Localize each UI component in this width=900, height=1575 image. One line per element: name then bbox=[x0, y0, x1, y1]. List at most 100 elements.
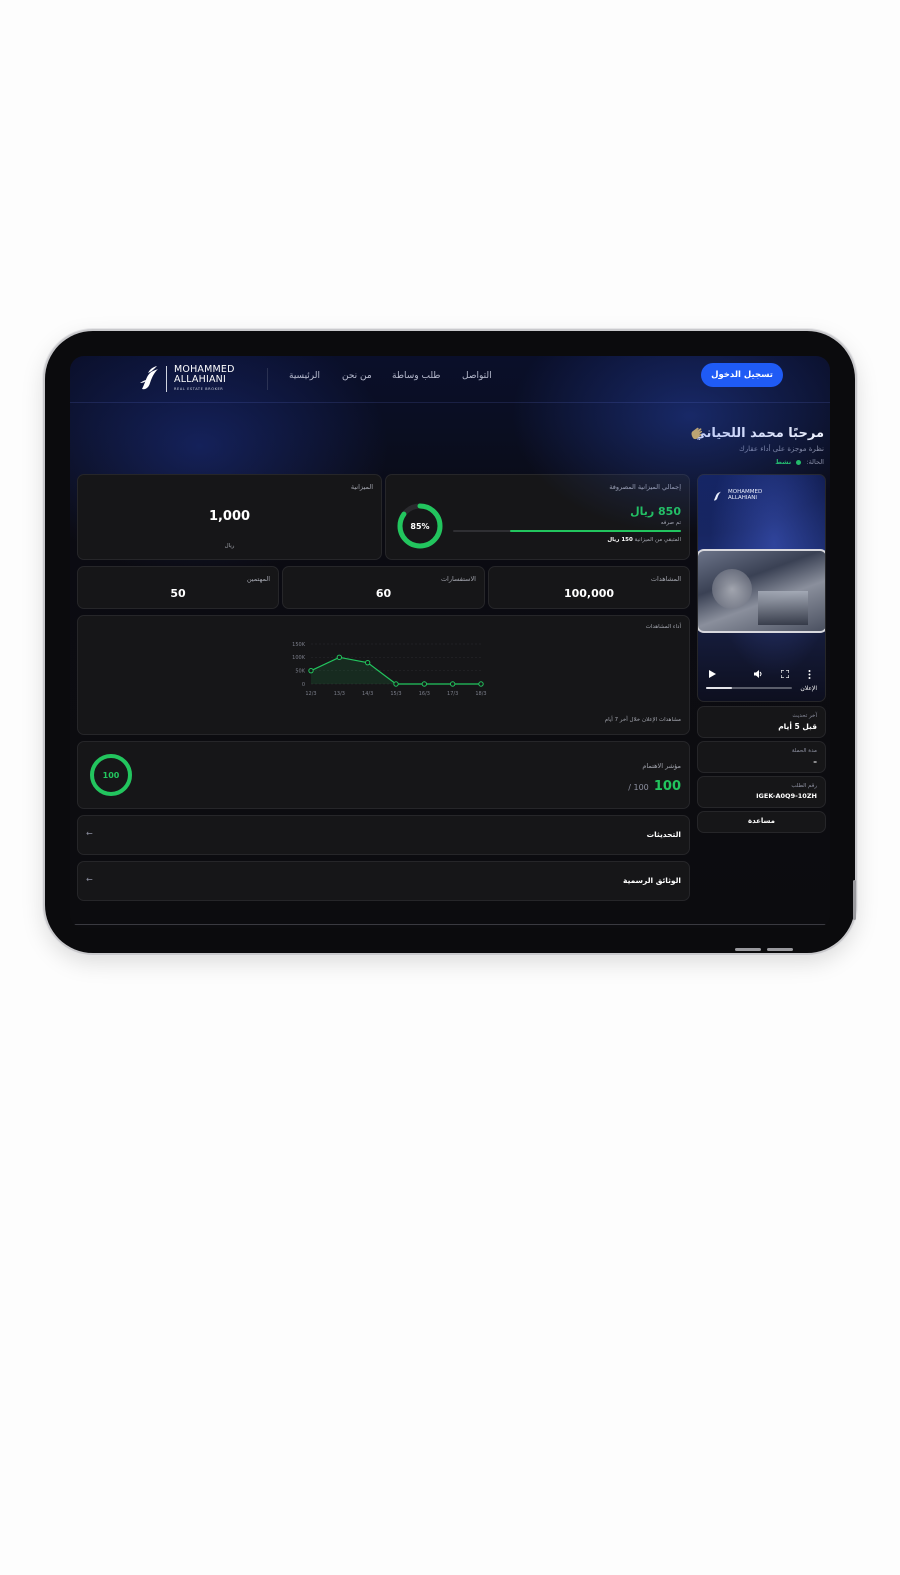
chart-xtick-label: 16/3 bbox=[419, 691, 430, 697]
volume-button-2 bbox=[767, 948, 793, 951]
documents-section-label: الوثائق الرسمية bbox=[623, 876, 681, 885]
power-button bbox=[853, 880, 856, 920]
ad-video-player[interactable]: MOHAMMED ALLAHIANI الإعلان bbox=[697, 474, 826, 702]
budget-progress-track bbox=[453, 530, 681, 532]
nav-link-about[interactable]: من نحن bbox=[342, 371, 372, 381]
chart-xtick-label: 18/3 bbox=[475, 691, 486, 697]
top-navbar: MOHAMMED ALLAHIANI REAL ESTATE BROKER ال… bbox=[70, 356, 830, 403]
order-number-label: رقم الطلب bbox=[791, 783, 817, 789]
login-button[interactable]: تسجيل الدخول bbox=[701, 363, 783, 387]
last-update-label: آخر تحديث bbox=[792, 713, 817, 719]
app-screen: MOHAMMED ALLAHIANI REAL ESTATE BROKER ال… bbox=[70, 356, 830, 928]
updates-section[interactable]: التحديثات ← bbox=[77, 815, 690, 855]
budget-spent-note: تم صرفه bbox=[660, 520, 681, 526]
views-chart-card: أداء المشاهدات 0 50K 100K 150K 12/3 13/3 14/3 1… bbox=[77, 615, 690, 735]
brand-logo[interactable]: MOHAMMED ALLAHIANI REAL ESTATE BROKER bbox=[138, 363, 238, 395]
chart-point bbox=[364, 659, 371, 666]
page-subtitle: نظرة موجزة على أداء عقارك bbox=[739, 445, 824, 453]
chart-point bbox=[393, 681, 399, 687]
last-update-value: قبل 5 أيام bbox=[778, 722, 817, 731]
stat-card-interested: المهتمين 50 bbox=[77, 566, 279, 609]
budget-progress-fill bbox=[510, 530, 681, 532]
arrow-left-icon: ← bbox=[86, 875, 93, 884]
nav-divider bbox=[267, 368, 268, 390]
chart-ytick-label: 100K bbox=[292, 655, 306, 661]
chart-ytick-label: 50K bbox=[295, 668, 305, 674]
fullscreen-icon[interactable] bbox=[781, 670, 789, 678]
stat-interested-value: 50 bbox=[170, 587, 186, 600]
interest-value: 100 bbox=[653, 779, 681, 794]
logo-wordmark: MOHAMMED ALLAHIANI bbox=[174, 364, 235, 385]
budget-remaining-label: المتبقي من الميزانية bbox=[634, 537, 681, 543]
stat-card-views: المشاهدات 100,000 bbox=[488, 566, 690, 609]
waving-hand-icon bbox=[691, 427, 703, 440]
chart-ytick-label: 0 bbox=[302, 682, 305, 688]
budget-remaining-value: 150 ريال bbox=[607, 537, 633, 543]
bottom-divider bbox=[70, 924, 830, 925]
chart-xtick-label: 15/3 bbox=[390, 691, 401, 697]
volume-icon[interactable] bbox=[754, 670, 763, 678]
status-label: الحالة: bbox=[806, 458, 824, 466]
help-button[interactable]: مساعدة bbox=[697, 811, 826, 833]
video-logo-mark-icon bbox=[713, 491, 721, 501]
order-number-card: رقم الطلب IGEK-A0Q9-10ZH bbox=[697, 776, 826, 808]
video-label: الإعلان bbox=[800, 685, 817, 692]
chart-xtick-label: 12/3 bbox=[305, 691, 316, 697]
play-icon[interactable] bbox=[708, 670, 716, 678]
budget-total-label: الميزانية bbox=[350, 483, 373, 491]
chart-point bbox=[336, 654, 343, 661]
budget-spent-card: إجمالي الميزانية المصروفة 850 ريال تم صر… bbox=[385, 474, 690, 560]
volume-button bbox=[735, 948, 761, 951]
video-progress-track[interactable] bbox=[706, 687, 792, 689]
interest-label: مؤشر الاهتمام bbox=[642, 762, 681, 770]
stat-views-label: المشاهدات bbox=[650, 575, 681, 583]
video-cityscape bbox=[758, 591, 808, 625]
chart-point bbox=[478, 681, 484, 687]
stat-interested-label: المهتمين bbox=[246, 575, 270, 583]
chart-xtick-label: 13/3 bbox=[334, 691, 345, 697]
arrow-left-icon: ← bbox=[86, 829, 93, 838]
nav-link-brokerage[interactable]: طلب وساطة bbox=[392, 371, 440, 381]
budget-spent-label: إجمالي الميزانية المصروفة bbox=[609, 483, 681, 491]
status-value: نشط bbox=[775, 458, 792, 466]
stat-views-value: 100,000 bbox=[563, 587, 615, 600]
budget-total-card: الميزانية 1,000 ريال bbox=[77, 474, 382, 560]
stat-inquiries-label: الاستفسارات bbox=[440, 575, 476, 583]
stat-inquiries-value: 60 bbox=[375, 587, 392, 600]
logo-divider bbox=[166, 366, 167, 392]
video-phone-frame bbox=[698, 549, 825, 633]
video-logo-text: MOHAMMED ALLAHIANI bbox=[728, 489, 763, 501]
campaign-duration-label: مدة الحملة bbox=[791, 748, 817, 754]
chart-xtick-label: 14/3 bbox=[362, 691, 373, 697]
chart-xtick-label: 17/3 bbox=[447, 691, 458, 697]
chart-point bbox=[449, 681, 456, 687]
interest-max: / 100 bbox=[628, 783, 649, 792]
chart-point bbox=[308, 667, 314, 674]
views-line-chart: 0 50K 100K 150K 12/3 13/3 14/3 15/3 16/3 17/3 18/3 bbox=[292, 642, 486, 697]
chart-ytick-label: 150K bbox=[292, 642, 306, 648]
page-title: مرحبًا محمد اللحياني bbox=[693, 426, 824, 441]
status-dot-icon bbox=[796, 459, 802, 465]
logo-mark-icon bbox=[140, 366, 158, 390]
campaign-duration-card: مدة الحملة – bbox=[697, 741, 826, 773]
video-progress-fill bbox=[706, 687, 732, 689]
more-options-icon[interactable] bbox=[808, 670, 811, 679]
documents-section[interactable]: الوثائق الرسمية ← bbox=[77, 861, 690, 901]
budget-percent-ring: 85% bbox=[397, 503, 443, 549]
nav-link-home[interactable]: الرئيسية bbox=[289, 371, 320, 381]
chart-point bbox=[421, 681, 428, 687]
budget-total-value: 1,000 bbox=[208, 509, 251, 524]
order-number-value: IGEK-A0Q9-10ZH bbox=[756, 792, 817, 800]
chart-footer: مشاهدات الإعلان خلال آخر 7 أيام bbox=[604, 717, 681, 723]
last-update-card: آخر تحديث قبل 5 أيام bbox=[697, 706, 826, 738]
interest-ring: 100 bbox=[90, 754, 132, 796]
budget-remaining-row: المتبقي من الميزانية 150 ريال bbox=[607, 537, 681, 543]
nav-link-contact[interactable]: التواصل bbox=[462, 371, 492, 381]
interest-score: / 100 100 bbox=[628, 775, 681, 794]
budget-percent-text: 85% bbox=[410, 522, 429, 531]
campaign-duration-value: – bbox=[813, 757, 817, 766]
video-clock-tower bbox=[712, 569, 752, 609]
interest-ring-text: 100 bbox=[103, 771, 120, 780]
interest-card: مؤشر الاهتمام / 100 100 100 bbox=[77, 741, 690, 809]
logo-tagline: REAL ESTATE BROKER bbox=[174, 387, 224, 391]
